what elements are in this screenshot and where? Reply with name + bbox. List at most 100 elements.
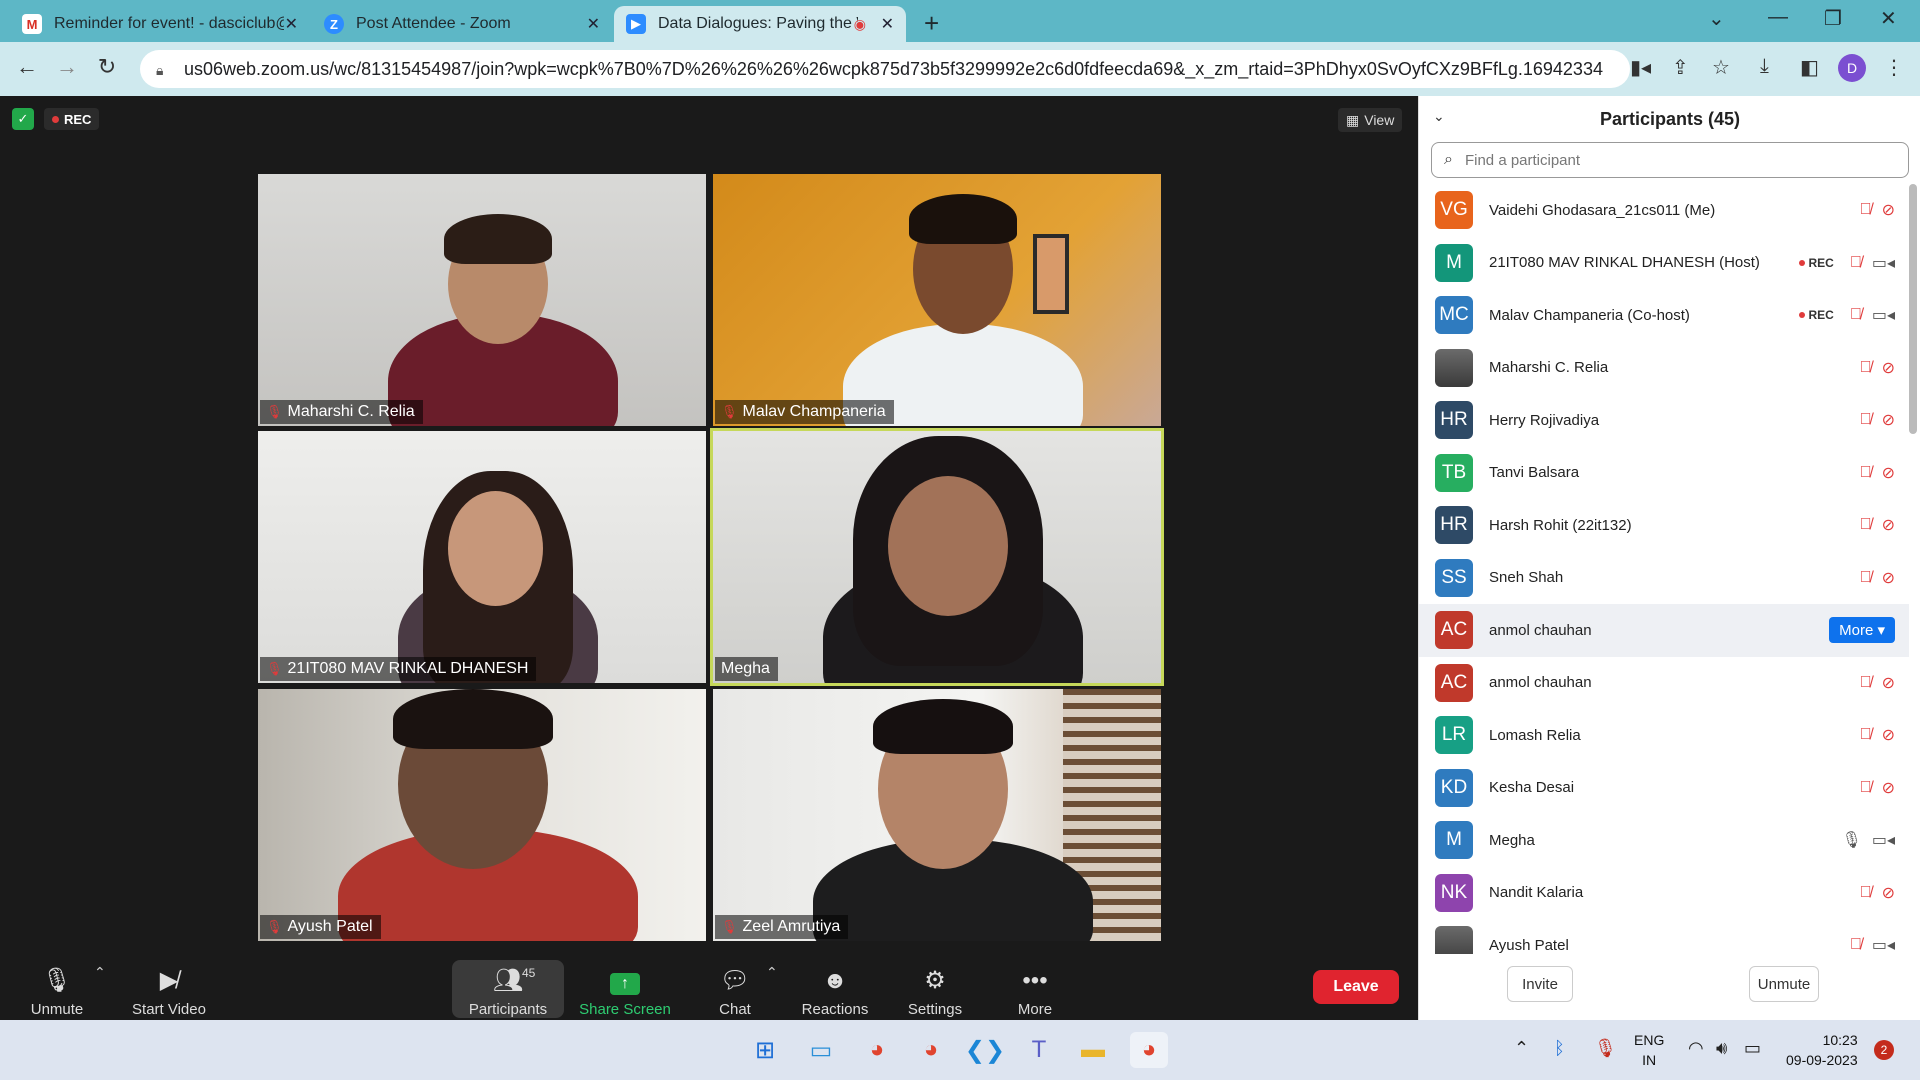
video-tile-active-speaker[interactable]: Megha [710, 428, 1164, 686]
menu-kebab-icon[interactable]: ⋮ [1884, 55, 1904, 80]
invite-button[interactable]: Invite [1507, 966, 1573, 1002]
settings-button[interactable]: ⚙ Settings [890, 960, 980, 1018]
mic-muted-icon[interactable]: 🎙̸ [1860, 411, 1872, 429]
battery-icon[interactable]: ▭ [1744, 1038, 1761, 1059]
video-tile[interactable]: 🎙︎ Malav Champaneria [713, 174, 1161, 426]
mic-muted-icon[interactable]: 🎙̸ [1850, 254, 1862, 272]
bookmark-star-icon[interactable]: ☆ [1712, 55, 1730, 80]
start-video-button[interactable]: ▶︎̸ Start Video [124, 960, 214, 1018]
participants-button[interactable]: 👥︎ 45 Participants [452, 960, 564, 1018]
vscode-icon[interactable]: ❮❯ [965, 1032, 1005, 1068]
participant-more-button[interactable]: More ▾ [1829, 617, 1895, 644]
reload-icon[interactable]: ↻ [92, 54, 122, 80]
reactions-button[interactable]: ☻ Reactions [790, 960, 880, 1018]
recording-badge[interactable]: REC [44, 108, 100, 130]
teams-icon[interactable]: T [1020, 1032, 1058, 1068]
close-icon[interactable]: ✕ [587, 14, 600, 34]
mic-on-icon[interactable]: 🎙︎ [1842, 830, 1862, 850]
participant-row[interactable]: AC anmol chauhan 🎙̸ ⊘ [1419, 657, 1909, 710]
participant-row[interactable]: HR Herry Rojivadiya 🎙̸ ⊘ [1419, 394, 1909, 447]
back-icon[interactable]: ← [12, 54, 42, 80]
mic-muted-icon[interactable]: 🎙̸ [1850, 306, 1862, 324]
minimize-icon[interactable]: — [1768, 6, 1788, 29]
mic-muted-icon[interactable]: 🎙̸ [1860, 516, 1872, 534]
participant-row[interactable]: MC Malav Champaneria (Co-host) REC 🎙̸ ▭◂ [1419, 289, 1909, 342]
tab-post-attendee[interactable]: Z Post Attendee - Zoom ✕ [312, 6, 612, 42]
video-tile[interactable]: 🎙︎ Ayush Patel [258, 689, 706, 941]
bluetooth-icon[interactable]: ᛒ [1554, 1038, 1565, 1059]
participant-row[interactable]: M 21IT080 MAV RINKAL DHANESH (Host) REC 🎙̸ ▭… [1419, 237, 1909, 290]
share-icon[interactable]: ⇪ [1672, 55, 1689, 80]
file-explorer-icon[interactable]: ▬ [1074, 1032, 1112, 1068]
mic-muted-icon[interactable]: 🎙̸ [1860, 464, 1872, 482]
participant-search-input[interactable]: ⌕ Find a participant [1431, 142, 1909, 178]
close-icon[interactable]: ✕ [881, 14, 894, 34]
close-icon[interactable]: ✕ [285, 14, 298, 34]
participant-row[interactable]: TB Tanvi Balsara 🎙̸ ⊘ [1419, 447, 1909, 500]
tab-search-icon[interactable]: ⌄ [1708, 6, 1725, 31]
desktop-app-icon[interactable]: ▭ [802, 1032, 840, 1068]
share-screen-button[interactable]: ↑ Share Screen [576, 960, 674, 1018]
participant-row[interactable]: SS Sneh Shah 🎙̸ ⊘ [1419, 552, 1909, 605]
camera-off-icon[interactable]: ⊘ [1882, 568, 1895, 588]
more-button[interactable]: ••• More [990, 960, 1080, 1018]
camera-on-icon[interactable]: ▭◂ [1872, 830, 1895, 850]
scrollbar[interactable] [1909, 184, 1917, 434]
microphone-icon[interactable]: 🎙︎ [1594, 1038, 1617, 1059]
camera-off-icon[interactable]: ⊘ [1882, 725, 1895, 745]
video-tile[interactable]: 🎙︎ Zeel Amrutiya [713, 689, 1161, 941]
participant-row[interactable]: Maharshi C. Relia 🎙̸ ⊘ [1419, 342, 1909, 395]
show-hidden-icons-chevron-icon[interactable]: ⌃ [1514, 1038, 1529, 1059]
restore-icon[interactable]: ❐ [1824, 6, 1842, 31]
camera-off-icon[interactable]: ⊘ [1882, 778, 1895, 798]
camera-off-icon[interactable]: ⊘ [1882, 410, 1895, 430]
new-tab-icon[interactable]: + [924, 8, 939, 39]
volume-icon[interactable]: 🔊︎ [1716, 1038, 1727, 1059]
unmute-button[interactable]: 🎙︎ Unmute [12, 960, 102, 1018]
chrome-active-icon[interactable]: ◕ [1130, 1032, 1168, 1068]
side-panel-icon[interactable]: ◧ [1800, 55, 1819, 80]
mic-muted-icon[interactable]: 🎙̸ [1860, 779, 1872, 797]
wifi-icon[interactable]: ◠ [1688, 1038, 1704, 1059]
participant-row[interactable]: Ayush Patel 🎙̸ ▭◂ [1419, 919, 1909, 954]
camera-on-icon[interactable]: ▭◂ [1872, 305, 1895, 325]
forward-icon[interactable]: → [52, 54, 82, 80]
mic-muted-icon[interactable]: 🎙̸ [1860, 884, 1872, 902]
mic-muted-icon[interactable]: 🎙̸ [1860, 569, 1872, 587]
participant-row[interactable]: AC anmol chauhan More ▾ [1419, 604, 1909, 657]
participant-row[interactable]: VG Vaidehi Ghodasara_21cs011 (Me) 🎙̸ ⊘ [1419, 184, 1909, 237]
download-icon[interactable]: ⤓ [1760, 55, 1769, 78]
close-window-icon[interactable]: ✕ [1880, 6, 1897, 31]
camera-off-icon[interactable]: ⊘ [1882, 463, 1895, 483]
view-button[interactable]: ▦ View [1338, 108, 1403, 132]
chat-options-chevron-icon[interactable]: ⌃ [766, 964, 778, 981]
camera-off-icon[interactable]: ⊘ [1882, 515, 1895, 535]
system-clock[interactable]: 10:23 09-09-2023 [1786, 1030, 1858, 1070]
participant-row[interactable]: KD Kesha Desai 🎙̸ ⊘ [1419, 762, 1909, 815]
security-shield-icon[interactable]: ✓ [12, 108, 34, 130]
mic-muted-icon[interactable]: 🎙̸ [1860, 726, 1872, 744]
address-bar[interactable]: 🔒︎ us06web.zoom.us/wc/81315454987/join?w… [140, 50, 1630, 88]
participant-row[interactable]: M Megha 🎙︎ ▭◂ [1419, 814, 1909, 867]
windows-start-icon[interactable]: ⊞ [746, 1032, 784, 1068]
camera-icon[interactable]: ▮◂ [1630, 55, 1651, 80]
tab-data-dialogues[interactable]: ▶ Data Dialogues: Paving the W ◉ ✕ [614, 6, 906, 42]
camera-off-icon[interactable]: ⊘ [1882, 883, 1895, 903]
camera-on-icon[interactable]: ▭◂ [1872, 935, 1895, 954]
mic-muted-icon[interactable]: 🎙̸ [1860, 201, 1872, 219]
participant-row[interactable]: HR Harsh Rohit (22it132) 🎙̸ ⊘ [1419, 499, 1909, 552]
camera-off-icon[interactable]: ⊘ [1882, 200, 1895, 220]
participant-row[interactable]: LR Lomash Relia 🎙̸ ⊘ [1419, 709, 1909, 762]
participant-row[interactable]: NK Nandit Kalaria 🎙̸ ⊘ [1419, 867, 1909, 920]
mic-muted-icon[interactable]: 🎙̸ [1860, 674, 1872, 692]
language-indicator[interactable]: ENG IN [1634, 1030, 1664, 1070]
mic-muted-icon[interactable]: 🎙̸ [1860, 359, 1872, 377]
video-tile[interactable]: 🎙︎ Maharshi C. Relia [258, 174, 706, 426]
leave-button[interactable]: Leave [1313, 970, 1399, 1004]
camera-on-icon[interactable]: ▭◂ [1872, 253, 1895, 273]
tab-gmail[interactable]: M Reminder for event! - dasciclub@ ✕ [10, 6, 310, 42]
mic-muted-icon[interactable]: 🎙̸ [1850, 936, 1862, 954]
camera-off-icon[interactable]: ⊘ [1882, 358, 1895, 378]
camera-off-icon[interactable]: ⊘ [1882, 673, 1895, 693]
notification-badge[interactable]: 2 [1874, 1040, 1894, 1060]
